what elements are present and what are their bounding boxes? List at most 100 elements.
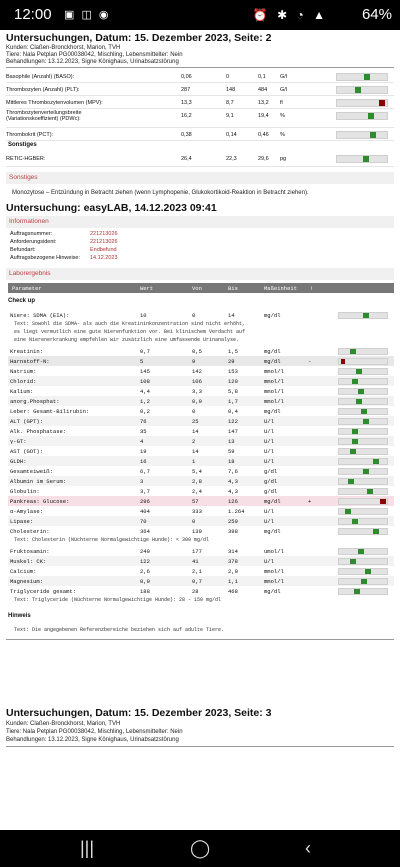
lab-note: es liegt vermutlich eine gute Nierenfunk… xyxy=(14,329,246,335)
param-name: Kalium: xyxy=(10,388,34,395)
param-low: 1 xyxy=(192,458,196,465)
param-low: 0 xyxy=(226,74,230,80)
param-low: 0,5 xyxy=(192,348,202,355)
lab-row: Pankreas: Glucose: 296 57 126 mg/dl + xyxy=(8,496,394,506)
param-high: 0,46 xyxy=(258,132,269,138)
param-high: 250 xyxy=(228,518,238,525)
param-value: 287 xyxy=(181,87,191,93)
range-bar xyxy=(338,458,388,465)
range-marker xyxy=(363,313,369,318)
range-marker xyxy=(358,549,364,554)
range-marker xyxy=(367,489,373,494)
document-page[interactable]: Untersuchungen, Datum: 15. Dezember 2023… xyxy=(0,30,400,830)
hematology-row: Thrombokrit (PCT): 0,38 0,14 0,46% xyxy=(6,128,394,141)
param-value: 2,6 xyxy=(140,568,150,575)
range-marker xyxy=(350,559,356,564)
range-bar xyxy=(338,428,388,435)
range-marker xyxy=(363,419,369,424)
param-unit: U/l xyxy=(264,418,274,425)
param-name: Magnesium: xyxy=(10,578,44,585)
param-name: Natrium: xyxy=(10,368,37,375)
back-icon[interactable]: ‹ xyxy=(305,838,311,859)
param-value: 5 xyxy=(140,358,144,365)
info-value: 14.12.2023 xyxy=(90,255,118,261)
lab-row: Triglyceride gesamt: 188 28 468 mg/dl xyxy=(8,586,394,596)
param-low: 0,14 xyxy=(226,132,237,138)
param-low: 14 xyxy=(192,448,199,455)
param-value: 0,2 xyxy=(140,408,150,415)
lab-row: Albumin im Serum: 3 2,8 4,3 g/dl xyxy=(8,476,394,486)
param-unit: % xyxy=(280,113,285,119)
page3-divider xyxy=(6,746,394,747)
param-unit: mg/dl xyxy=(264,588,281,595)
param-name: γ-GT: xyxy=(10,438,27,445)
lab-note: Text: Cholesterin (Nüchterne Normalgewic… xyxy=(14,537,210,543)
hematology-row: Basophile (Anzahl) (BASO): 0,06 0 0,1 G/l xyxy=(6,70,394,83)
param-name: Albumin im Serum: xyxy=(10,478,67,485)
range-marker xyxy=(368,113,374,119)
param-low: 0 xyxy=(192,408,196,415)
range-marker xyxy=(365,569,371,574)
range-marker xyxy=(370,132,376,138)
range-bar xyxy=(336,112,388,120)
param-unit: mmol/l xyxy=(264,368,284,375)
home-icon[interactable]: ◯ xyxy=(190,838,210,859)
range-bar xyxy=(338,398,388,405)
range-marker xyxy=(345,509,351,514)
param-low: 0,9 xyxy=(192,398,202,405)
param-low: 177 xyxy=(192,548,202,555)
range-bar xyxy=(338,478,388,485)
param-high: 398 xyxy=(228,528,238,535)
informationen-band-label: Informationen xyxy=(9,218,49,225)
param-value: 364 xyxy=(140,528,150,535)
info-key: Auftragsbezogene Hinweise: xyxy=(10,255,81,261)
param-value: 0,38 xyxy=(181,132,192,138)
lab-row: anorg.Phosphat: 1,2 0,9 1,7 mmol/l xyxy=(8,396,394,406)
lab-row: Globulin: 3,7 2,4 4,3 g/dl xyxy=(8,486,394,496)
lab-row: Niere: SDMA (EIA): 10 0 14 mg/dl xyxy=(8,310,394,320)
param-value: 1,2 xyxy=(140,398,150,405)
param-unit: mg/dl xyxy=(264,358,281,365)
param-high: 1,7 xyxy=(228,398,238,405)
battery-level: 64% xyxy=(361,6,392,23)
param-name: Lipase: xyxy=(10,518,34,525)
param-name: Globulin: xyxy=(10,488,40,495)
param-low: 22,3 xyxy=(226,156,237,162)
param-name: AST (GOT): xyxy=(10,448,44,455)
range-bar xyxy=(338,312,388,319)
sonstiges-subtitle: Sonstiges xyxy=(8,142,37,148)
param-low: 9 xyxy=(192,358,196,365)
range-bar xyxy=(338,378,388,385)
range-marker xyxy=(361,579,367,584)
param-unit: mg/dl xyxy=(264,312,281,319)
col-parameter: Parameter xyxy=(12,285,42,292)
param-high: 468 xyxy=(228,588,238,595)
param-low: 333 xyxy=(192,508,202,515)
range-bar xyxy=(338,448,388,455)
param-unit: mmol/l xyxy=(264,568,284,575)
param-unit: fl xyxy=(280,100,283,106)
info-key: Auftragsnummer: xyxy=(10,231,53,237)
range-bar xyxy=(338,518,388,525)
param-high: 1,5 xyxy=(228,348,238,355)
param-unit: U/l xyxy=(264,428,274,435)
param-high: 14 xyxy=(228,312,235,319)
param-unit: mg/dl xyxy=(264,498,281,505)
param-low: 0 xyxy=(192,312,196,319)
param-name: ALT (GPT): xyxy=(10,418,44,425)
param-value: 13,3 xyxy=(181,100,192,106)
param-value: 10 xyxy=(140,312,147,319)
retic-row: RETIC-HGBER: 26,4 22,3 29,6 pg xyxy=(6,152,394,167)
param-unit: mmol/l xyxy=(264,398,284,405)
param-low: 3,3 xyxy=(192,388,202,395)
lab-note: eine Nierenerkrankung empfehlen wir zusä… xyxy=(14,337,240,343)
param-name: Alk. Phosphatase: xyxy=(10,428,67,435)
param-high: 19,4 xyxy=(258,113,269,119)
param-unit: mmol/l xyxy=(264,378,284,385)
param-unit: U/l xyxy=(264,458,274,465)
recent-apps-icon[interactable]: ||| xyxy=(80,838,94,859)
param-value: 188 xyxy=(140,588,150,595)
lab-row: Leber: Gesamt-Bilirubin: 0,2 0 0,4 mg/dl xyxy=(8,406,394,416)
col-flag: ! xyxy=(310,285,314,292)
lab-row: α-Amylase: 404 333 1.264 U/l xyxy=(8,506,394,516)
